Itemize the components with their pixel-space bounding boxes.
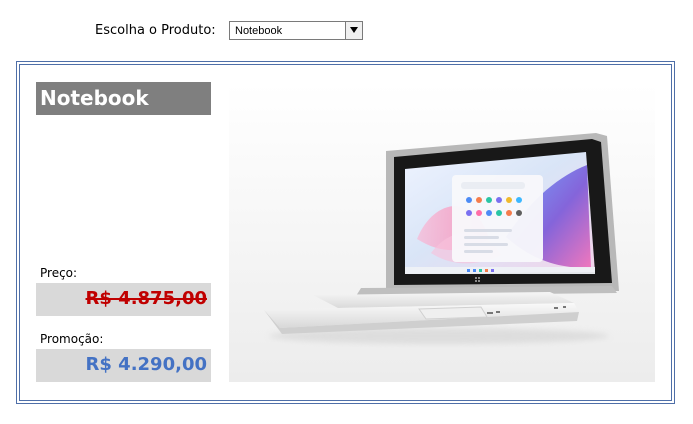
price-box: R$ 4.875,00 xyxy=(36,283,211,316)
old-price-value: R$ 4.875,00 xyxy=(85,288,207,309)
chevron-down-icon[interactable] xyxy=(345,22,362,39)
product-image xyxy=(229,83,655,382)
promotion-box: R$ 4.290,00 xyxy=(36,349,211,382)
trackpad xyxy=(418,306,488,320)
promotion-label: Promoção: xyxy=(40,332,104,346)
price-label: Preço: xyxy=(40,266,78,280)
promotion-price-value: R$ 4.290,00 xyxy=(85,354,207,375)
product-dropdown[interactable]: Notebook xyxy=(229,21,363,40)
taskbar xyxy=(405,267,595,274)
product-selector-label: Escolha o Produto: xyxy=(95,23,216,38)
product-dropdown-value: Notebook xyxy=(235,25,283,37)
product-title: Notebook xyxy=(36,82,211,115)
product-selector-row: Escolha o Produto: Notebook xyxy=(0,0,693,50)
laptop-illustration xyxy=(264,133,619,344)
start-menu-search xyxy=(461,182,525,189)
